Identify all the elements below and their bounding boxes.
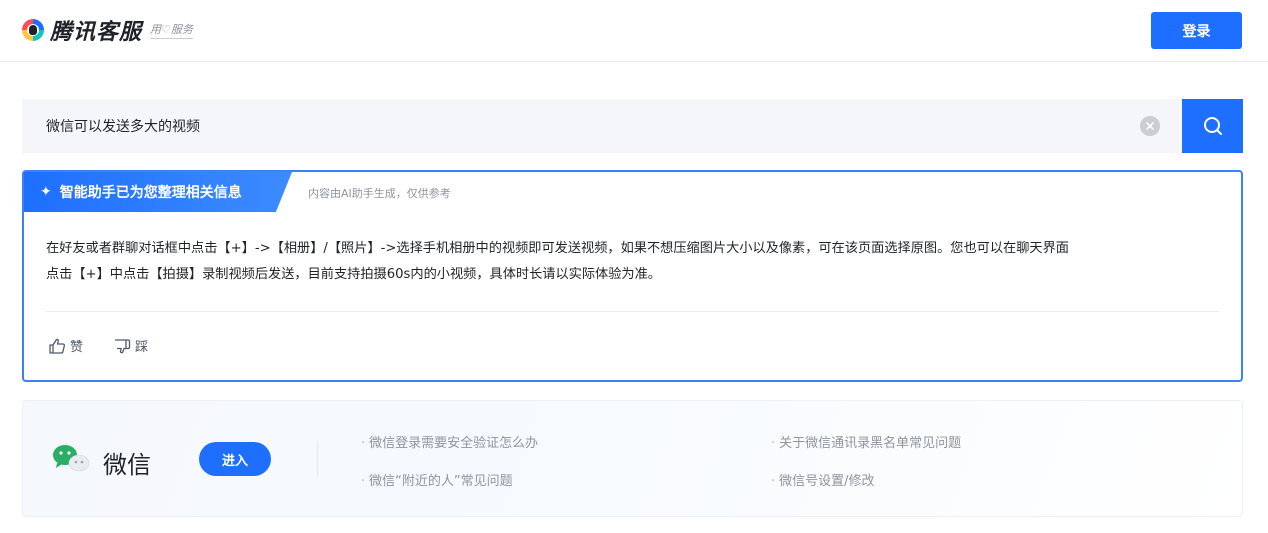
wechat-icon (53, 445, 90, 472)
top-header: 腾讯客服 用♡服务 登录 (0, 0, 1268, 62)
divider (46, 311, 1219, 312)
close-icon (1146, 122, 1154, 130)
tencent-service-logo[interactable]: 腾讯客服 用♡服务 (22, 14, 193, 46)
ai-assistant-tag: ✦ 智能助手已为您整理相关信息 (24, 172, 292, 212)
faq-link[interactable]: 关于微信通讯录黑名单常见问题 (771, 432, 961, 451)
search-icon (1203, 117, 1222, 135)
ai-answer-line-2: 点击【+】中点击【拍摄】录制视频后发送，目前支持拍摄60s内的小视频，具体时长请… (46, 267, 661, 282)
search-bar (22, 99, 1243, 153)
clear-search-button[interactable] (1140, 116, 1160, 136)
tencent-logo-icon (22, 19, 44, 41)
wechat-product-card: 微信 进入 微信登录需要安全验证怎么办 关于微信通讯录黑名单常见问题 微信“附近… (22, 400, 1243, 517)
search-input[interactable] (22, 99, 1243, 153)
login-button[interactable]: 登录 (1151, 12, 1242, 49)
ai-tag-label: 智能助手已为您整理相关信息 (59, 185, 242, 201)
ai-answer-line-1: 在好友或者群聊对话框中点击【+】->【相册】/【照片】->选择手机相册中的视频即… (46, 241, 1069, 256)
logo-text: 腾讯客服 (50, 20, 143, 45)
divider (317, 441, 318, 477)
sparkle-icon: ✦ (40, 184, 52, 200)
thumbs-down-icon (115, 338, 131, 353)
dislike-button[interactable]: 踩 (113, 336, 148, 355)
faq-link[interactable]: 微信“附近的人”常见问题 (361, 470, 512, 489)
faq-link[interactable]: 微信登录需要安全验证怎么办 (361, 432, 538, 451)
logo-slogan: 用♡服务 (150, 21, 193, 39)
search-button[interactable] (1182, 99, 1243, 153)
thumbs-up-icon (49, 338, 66, 354)
like-label: 赞 (70, 340, 84, 355)
enter-button[interactable]: 进入 (199, 442, 271, 476)
ai-disclaimer: 内容由AI助手生成，仅供参考 (308, 187, 451, 200)
dislike-label: 踩 (135, 340, 149, 355)
ai-answer-text: 在好友或者群聊对话框中点击【+】->【相册】/【照片】->选择手机相册中的视频即… (46, 236, 1226, 288)
ai-answer-card: ✦ 智能助手已为您整理相关信息 内容由AI助手生成，仅供参考 在好友或者群聊对话… (22, 170, 1243, 382)
product-name: 微信 (103, 451, 151, 479)
like-button[interactable]: 赞 (48, 336, 83, 355)
feedback-bar: 赞 踩 (48, 336, 178, 355)
faq-link[interactable]: 微信号设置/修改 (771, 470, 874, 489)
